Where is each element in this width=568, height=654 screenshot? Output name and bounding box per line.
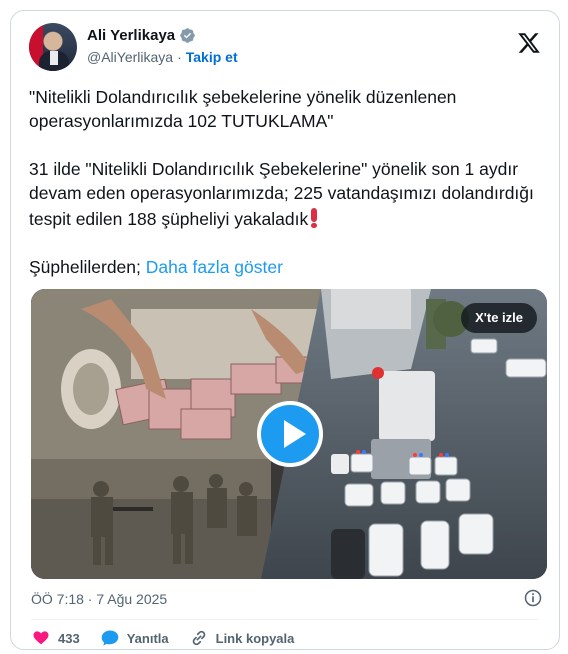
tweet-paragraph-2-text: 31 ilde "Nitelikli Dolandırıcılık Şebeke… xyxy=(29,159,539,229)
action-bar: 433 Yanıtla Link kopyala xyxy=(31,628,314,648)
heart-icon xyxy=(33,631,49,645)
tweet-text: "Nitelikli Dolandırıcılık şebekelerine y… xyxy=(29,85,537,303)
red-exclamation-icon xyxy=(311,208,318,228)
follow-button[interactable]: Takip et xyxy=(186,49,238,65)
author-handle[interactable]: @AliYerlikaya xyxy=(87,49,173,65)
author-name[interactable]: Ali Yerlikaya xyxy=(87,27,175,44)
reply-button[interactable]: Yanıtla xyxy=(100,628,169,648)
like-button[interactable]: 433 xyxy=(31,628,80,648)
tweet-paragraph-3-text: Şüphelilerden; xyxy=(29,257,141,277)
video-thumbnail[interactable]: X'te izle xyxy=(31,289,547,579)
like-count: 433 xyxy=(58,630,80,646)
watch-on-x-button[interactable]: X'te izle xyxy=(461,303,537,333)
author-name-row: Ali Yerlikaya xyxy=(87,27,196,44)
tweet-card: Ali Yerlikaya @AliYerlikaya · Takip et "… xyxy=(10,10,560,650)
tweet-paragraph-1: "Nitelikli Dolandırıcılık şebekelerine y… xyxy=(29,87,462,131)
play-icon[interactable] xyxy=(257,401,323,467)
x-logo-icon[interactable] xyxy=(517,31,541,55)
reply-label: Yanıtla xyxy=(126,630,169,646)
separator-dot: · xyxy=(177,49,182,65)
tweet-paragraph-3: Şüphelilerden; Daha fazla göster xyxy=(29,255,537,279)
show-more-link[interactable]: Daha fazla göster xyxy=(146,257,283,277)
divider xyxy=(31,619,539,620)
tweet-header: Ali Yerlikaya @AliYerlikaya · Takip et xyxy=(29,23,545,75)
link-icon xyxy=(192,630,205,646)
copy-link-label: Link kopyala xyxy=(215,630,295,646)
info-icon[interactable] xyxy=(523,588,543,608)
copy-link-button[interactable]: Link kopyala xyxy=(189,628,295,648)
avatar[interactable] xyxy=(29,23,77,71)
author-handle-row: @AliYerlikaya · Takip et xyxy=(87,49,238,65)
reply-icon xyxy=(101,630,119,646)
tweet-timestamp[interactable]: ÖÖ 7:18 · 7 Ağu 2025 xyxy=(31,591,167,607)
tweet-paragraph-2: 31 ilde "Nitelikli Dolandırıcılık Şebeke… xyxy=(29,157,537,231)
verified-badge-icon xyxy=(180,28,195,43)
